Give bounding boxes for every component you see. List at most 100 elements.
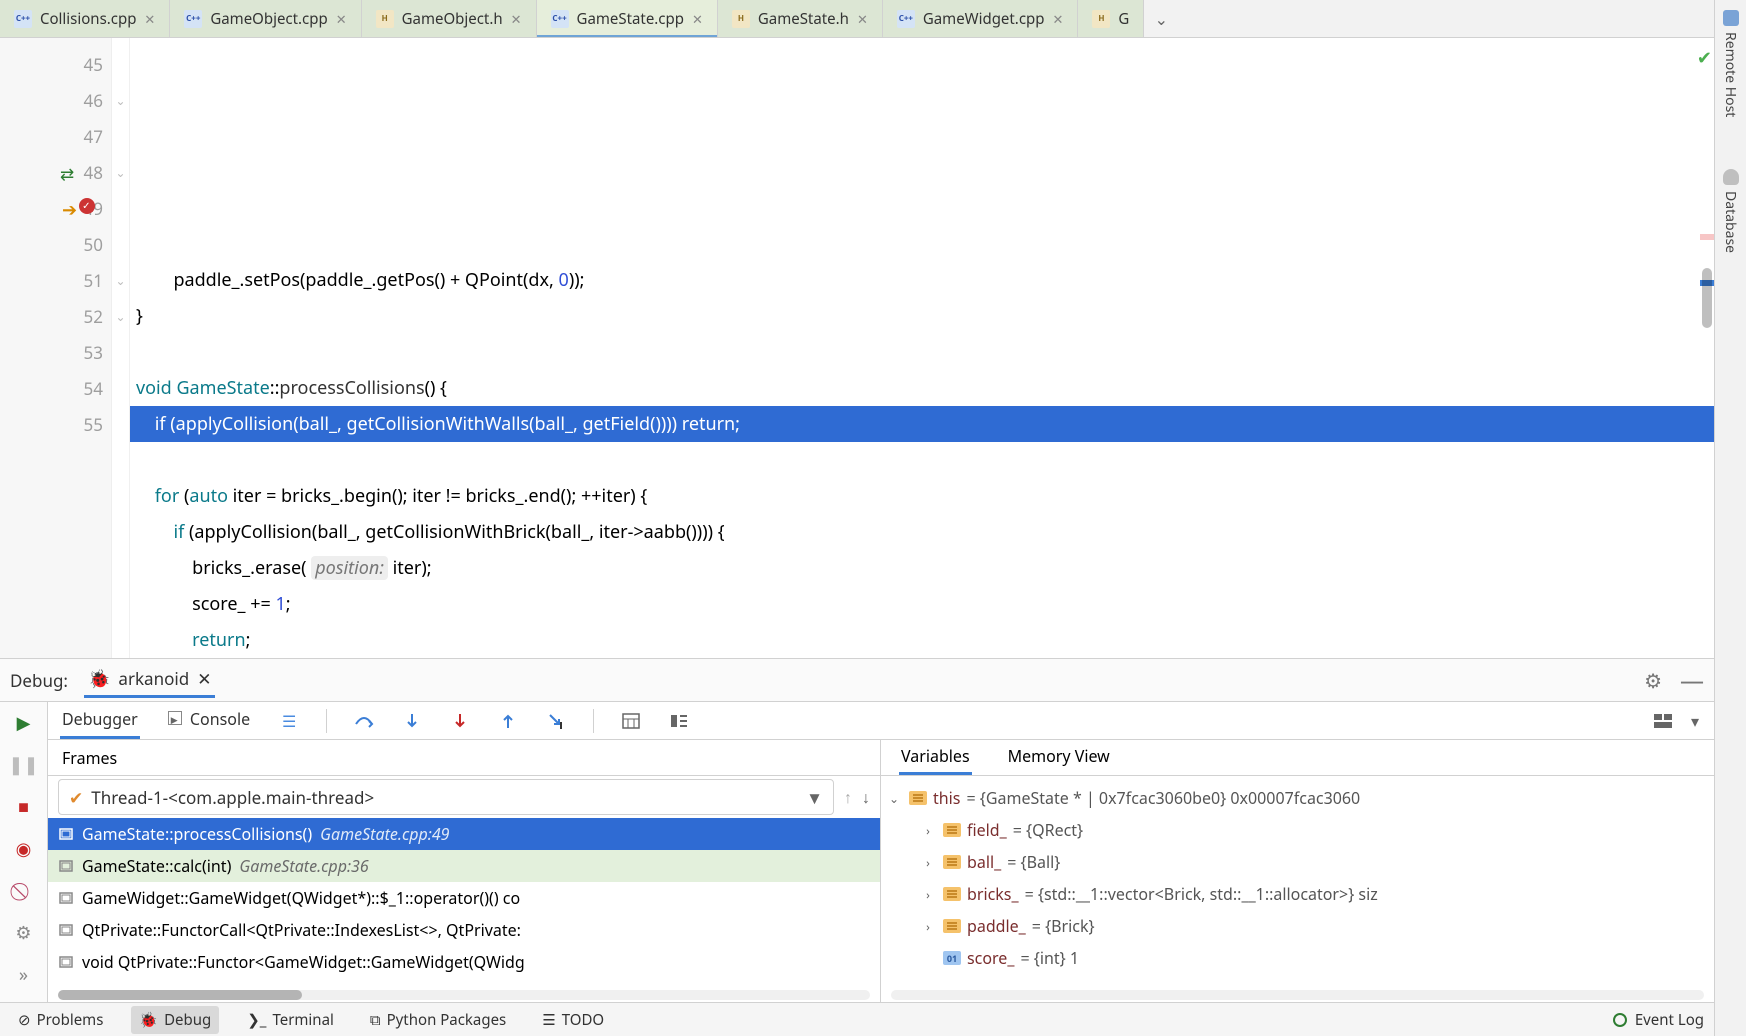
tab-console[interactable]: ▶ Console — [166, 702, 252, 739]
tool-python-packages[interactable]: ⧉Python Packages — [362, 1006, 514, 1034]
variable-row[interactable]: › paddle_ = {Brick} — [885, 910, 1710, 942]
tool-database[interactable]: Database — [1719, 163, 1742, 259]
close-icon[interactable]: ✕ — [692, 10, 703, 28]
close-icon[interactable]: ✕ — [144, 10, 155, 28]
view-breakpoints-icon[interactable]: ◉ — [13, 838, 35, 860]
variable-row[interactable]: › field_ = {QRect} — [885, 814, 1710, 846]
more-icon[interactable]: » — [13, 964, 35, 986]
stack-frames-list[interactable]: GameState::processCollisions() GameState… — [48, 818, 880, 988]
tree-toggle-icon[interactable]: › — [919, 918, 937, 935]
fold-column[interactable]: ⌄⌄⌄⌄ — [112, 38, 130, 658]
editor-scrollbar[interactable] — [1702, 268, 1712, 328]
tree-toggle-icon[interactable]: ⌄ — [885, 790, 903, 807]
variable-row[interactable]: › bricks_ = {std::__1::vector<Brick, std… — [885, 878, 1710, 910]
stack-frame[interactable]: QtPrivate::FunctorCall<QtPrivate::Indexe… — [48, 914, 880, 946]
tab-debugger[interactable]: Debugger — [60, 702, 140, 739]
line-number-gutter[interactable]: 45464748⇄49➔505152535455 — [0, 38, 112, 658]
code-line[interactable]: bricks_.erase( position: iter); — [130, 550, 1714, 586]
stack-frame[interactable]: GameWidget::GameWidget(QWidget*)::$_1::o… — [48, 882, 880, 914]
pause-icon[interactable]: ❚❚ — [13, 754, 35, 776]
minimize-icon[interactable]: — — [1680, 664, 1704, 697]
code-line[interactable]: score_ += 1; — [130, 586, 1714, 622]
line-number[interactable]: 52 — [0, 298, 111, 334]
close-icon[interactable]: ✕ — [857, 10, 868, 28]
chevron-down-icon[interactable]: ▾ — [1684, 710, 1706, 732]
file-tab[interactable]: C++GameWidget.cpp✕ — [883, 0, 1079, 37]
step-into-icon[interactable] — [401, 710, 423, 732]
variables-scrollbar[interactable] — [891, 990, 1704, 1000]
debug-settings-icon[interactable]: ⚙ — [13, 922, 35, 944]
chevron-down-icon[interactable]: ▼ — [806, 786, 823, 809]
close-icon[interactable]: ✕ — [336, 10, 347, 28]
event-log-link[interactable]: Event Log — [1635, 1010, 1704, 1030]
file-tab[interactable]: C++GameObject.cpp✕ — [170, 0, 361, 37]
stack-frame[interactable]: GameState::calc(int) GameState.cpp:36 — [48, 850, 880, 882]
stop-icon[interactable]: ■ — [13, 796, 35, 818]
thread-selector[interactable]: ✔ Thread-1-<com.apple.main-thread> ▼ — [58, 779, 834, 815]
file-tab[interactable]: HGameObject.h✕ — [362, 0, 537, 37]
variable-row[interactable]: › ball_ = {Ball} — [885, 846, 1710, 878]
editor-tabs: C++Collisions.cpp✕C++GameObject.cpp✕HGam… — [0, 0, 1714, 38]
tool-problems[interactable]: ⊘Problems — [10, 1006, 111, 1034]
resume-icon[interactable]: ▶ — [13, 712, 35, 734]
line-number[interactable]: 54 — [0, 370, 111, 406]
more-tabs-icon[interactable]: ⌄ — [1144, 0, 1178, 37]
mute-breakpoints-icon[interactable]: ⃠ — [13, 880, 35, 902]
line-number[interactable]: 46 — [0, 82, 111, 118]
tree-toggle-icon[interactable]: › — [919, 854, 937, 871]
code-line[interactable]: void GameState::processCollisions() { — [130, 370, 1714, 406]
code-line[interactable]: } — [130, 298, 1714, 334]
line-number[interactable]: 53 — [0, 334, 111, 370]
file-tab[interactable]: HGameState.h✕ — [718, 0, 883, 37]
code-line[interactable]: return; — [130, 622, 1714, 658]
tool-debug[interactable]: 🐞Debug — [131, 1006, 219, 1034]
line-number[interactable]: 51 — [0, 262, 111, 298]
step-over-icon[interactable] — [353, 710, 375, 732]
file-tab[interactable]: HG — [1078, 0, 1144, 37]
layout-icon[interactable] — [1652, 710, 1674, 732]
close-icon[interactable]: ✕ — [511, 10, 522, 28]
close-icon[interactable]: ✕ — [1052, 10, 1063, 28]
variable-row[interactable]: 01 score_ = {int} 1 — [885, 942, 1710, 974]
code-line[interactable]: if (applyCollision(ball_, getCollisionWi… — [130, 406, 1714, 442]
stack-frame[interactable]: void QtPrivate::Functor<GameWidget::Game… — [48, 946, 880, 978]
line-number[interactable]: 45 — [0, 46, 111, 82]
code-area[interactable]: ✔ paddle_.setPos(paddle_.getPos() + QPoi… — [130, 38, 1714, 658]
trace-icon[interactable] — [668, 710, 690, 732]
variables-tree[interactable]: ⌄ this = {GameState * | 0x7fcac3060be0} … — [881, 776, 1714, 988]
line-number[interactable]: 55 — [0, 406, 111, 442]
threads-icon[interactable]: ☰ — [278, 710, 300, 732]
debug-session-tab[interactable]: 🐞 arkanoid ✕ — [84, 663, 215, 698]
breakpoint-icon[interactable] — [79, 198, 95, 214]
line-number[interactable]: 48⇄ — [0, 154, 111, 190]
tool-todo[interactable]: ☰TODO — [534, 1006, 612, 1034]
code-line[interactable] — [130, 442, 1714, 478]
force-step-into-icon[interactable] — [449, 710, 471, 732]
code-editor[interactable]: 45464748⇄49➔505152535455 ⌄⌄⌄⌄ ✔ paddle_.… — [0, 38, 1714, 658]
code-line[interactable]: for (auto iter = bricks_.begin(); iter !… — [130, 478, 1714, 514]
code-line[interactable] — [130, 334, 1714, 370]
variable-row[interactable]: ⌄ this = {GameState * | 0x7fcac3060be0} … — [885, 782, 1710, 814]
tool-remote-host[interactable]: Remote Host — [1719, 4, 1742, 123]
frames-scrollbar[interactable] — [58, 990, 870, 1000]
stack-frame[interactable]: GameState::processCollisions() GameState… — [48, 818, 880, 850]
prev-frame-icon[interactable]: ↑ — [844, 786, 852, 808]
line-number[interactable]: 50 — [0, 226, 111, 262]
code-line[interactable]: paddle_.setPos(paddle_.getPos() + QPoint… — [130, 262, 1714, 298]
step-out-icon[interactable] — [497, 710, 519, 732]
line-number[interactable]: 49➔ — [0, 190, 111, 226]
tree-toggle-icon[interactable]: › — [919, 822, 937, 839]
file-tab[interactable]: C++GameState.cpp✕ — [537, 0, 718, 37]
tab-memory-view[interactable]: Memory View — [1006, 740, 1112, 775]
tab-variables[interactable]: Variables — [899, 740, 972, 775]
code-line[interactable]: if (applyCollision(ball_, getCollisionWi… — [130, 514, 1714, 550]
run-to-cursor-icon[interactable] — [545, 710, 567, 732]
next-frame-icon[interactable]: ↓ — [862, 786, 870, 808]
evaluate-expression-icon[interactable] — [620, 710, 642, 732]
tree-toggle-icon[interactable]: › — [919, 886, 937, 903]
tool-terminal[interactable]: ❯_Terminal — [239, 1006, 342, 1034]
gear-icon[interactable]: ⚙ — [1644, 667, 1662, 694]
line-number[interactable]: 47 — [0, 118, 111, 154]
file-tab[interactable]: C++Collisions.cpp✕ — [0, 0, 170, 37]
close-icon[interactable]: ✕ — [197, 667, 211, 690]
